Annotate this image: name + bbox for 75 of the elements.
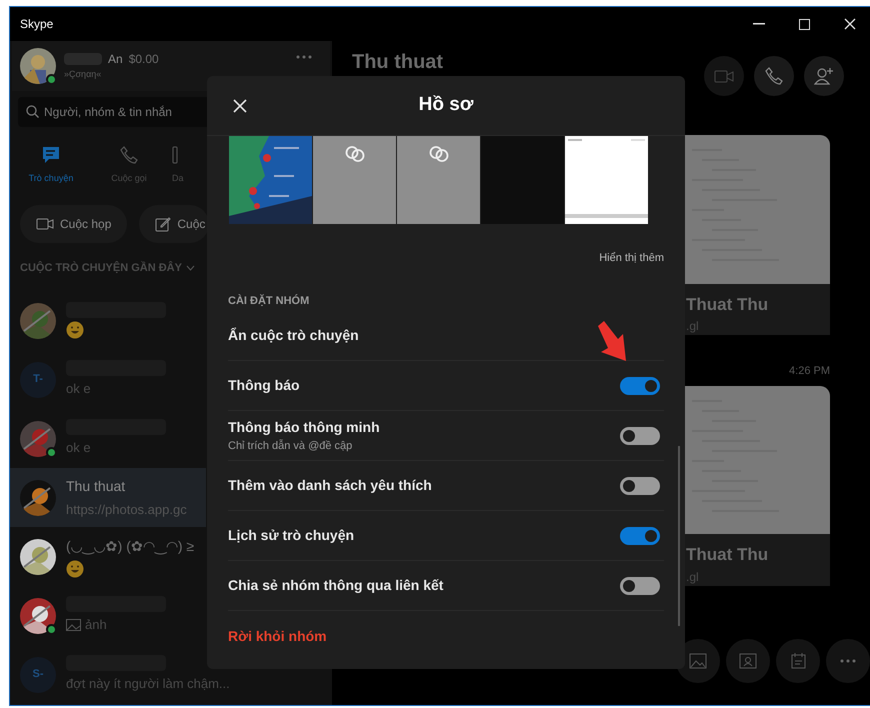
phone-icon — [765, 67, 783, 85]
video-camera-icon — [36, 217, 54, 231]
conversation-item[interactable]: ok e — [10, 409, 206, 468]
search-icon — [26, 105, 39, 118]
link-thumbnail[interactable] — [397, 136, 480, 224]
message-preview: ok e — [66, 380, 91, 398]
toggle-switch[interactable] — [620, 426, 660, 444]
avatar: T- — [20, 362, 56, 398]
close-icon[interactable] — [844, 18, 856, 30]
setting-description: Chỉ trích dẫn và @đề cập — [228, 438, 354, 454]
toggle-switch[interactable] — [620, 376, 660, 394]
setting-label: Chia sẻ nhóm thông qua liên kết — [228, 576, 444, 595]
message-time: 4:26 PM — [789, 364, 830, 379]
credit-balance: $0.00 — [128, 51, 159, 68]
toggle-switch[interactable] — [620, 476, 660, 494]
contact-card-icon — [739, 653, 757, 669]
profile-name: An — [108, 51, 123, 68]
video-camera-icon — [714, 70, 734, 82]
section-header: CÀI ĐẶT NHÓM — [228, 293, 310, 308]
send-contact-button[interactable] — [726, 639, 770, 683]
link-icon — [428, 146, 450, 162]
conversation-item[interactable]: (◡‿◡✿) (✿◠‿◠) ≥ — [10, 527, 206, 586]
message-preview: ok e — [66, 439, 91, 458]
chat-title: Thu thuat — [352, 50, 444, 75]
link-thumbnail[interactable] — [313, 136, 396, 224]
conversation-item[interactable]: ảnh — [10, 586, 206, 645]
window-title: Skype — [20, 16, 54, 33]
emoji-icon — [66, 560, 84, 578]
toggle-switch[interactable] — [620, 526, 660, 544]
call-button[interactable] — [754, 56, 794, 96]
add-person-icon — [814, 67, 834, 85]
add-people-button[interactable] — [804, 56, 844, 96]
schedule-call-button[interactable] — [776, 639, 820, 683]
calendar-icon — [789, 652, 807, 670]
conversation-item[interactable]: T- ok e — [10, 350, 206, 409]
setting-label: Thông báo — [228, 376, 300, 395]
video-call-button[interactable] — [704, 56, 744, 96]
meeting-button[interactable]: Cuộc họp — [20, 205, 128, 243]
image-icon — [689, 653, 707, 669]
message-preview: đợt này ít người làm chậm... — [66, 675, 230, 694]
show-more-link[interactable]: Hiển thị thêm — [599, 250, 664, 266]
section-header: CUỘC TRÒ CHUYỆN GẦN ĐÂY — [20, 260, 182, 276]
new-chat-button[interactable]: Cuộc — [139, 205, 210, 243]
more-icon[interactable] — [296, 55, 312, 59]
link-icon — [344, 146, 366, 162]
more-icon — [840, 659, 856, 663]
image-icon — [66, 619, 81, 631]
mood-message: »Çσηαη« — [64, 68, 102, 82]
setting-label: Thông báo thông minh — [228, 418, 380, 437]
media-thumbnail[interactable] — [481, 136, 564, 224]
message-preview: ảnh — [85, 616, 107, 634]
nav-tab[interactable]: Trò chuyện — [16, 146, 86, 185]
emoji-icon — [66, 321, 84, 339]
phone-icon — [120, 146, 138, 164]
nav-tab[interactable]: Da — [172, 146, 242, 185]
setting-label: Lịch sử trò chuyện — [228, 526, 354, 545]
chat-icon — [42, 146, 60, 164]
chevron-down-icon[interactable] — [186, 265, 195, 271]
avatar: S- — [20, 656, 56, 692]
contact-name: (◡‿◡✿) (✿◠‿◠) ≥ — [66, 536, 194, 556]
link-title: Thuat Thu — [686, 294, 770, 316]
leave-group-link[interactable]: Rời khỏi nhóm — [228, 626, 327, 646]
conversation-item[interactable]: S- đợt này ít người làm chậm... — [10, 645, 332, 704]
setting-label[interactable]: Ẩn cuộc trò chuyện — [228, 325, 359, 346]
setting-label: Thêm vào danh sách yêu thích — [228, 476, 432, 495]
compose-icon — [155, 216, 172, 232]
maximize-icon[interactable] — [799, 18, 810, 30]
contacts-icon — [172, 146, 178, 164]
toggle-switch[interactable] — [620, 576, 660, 594]
close-icon[interactable] — [233, 98, 247, 112]
link-title: Thuat Thu — [686, 544, 770, 566]
contact-name: Thu thuat — [66, 476, 126, 496]
dialog-title: Hồ sơ — [418, 93, 474, 118]
nav-tab[interactable]: Cuộc gọi — [94, 146, 164, 185]
minimize-icon[interactable] — [753, 23, 765, 25]
